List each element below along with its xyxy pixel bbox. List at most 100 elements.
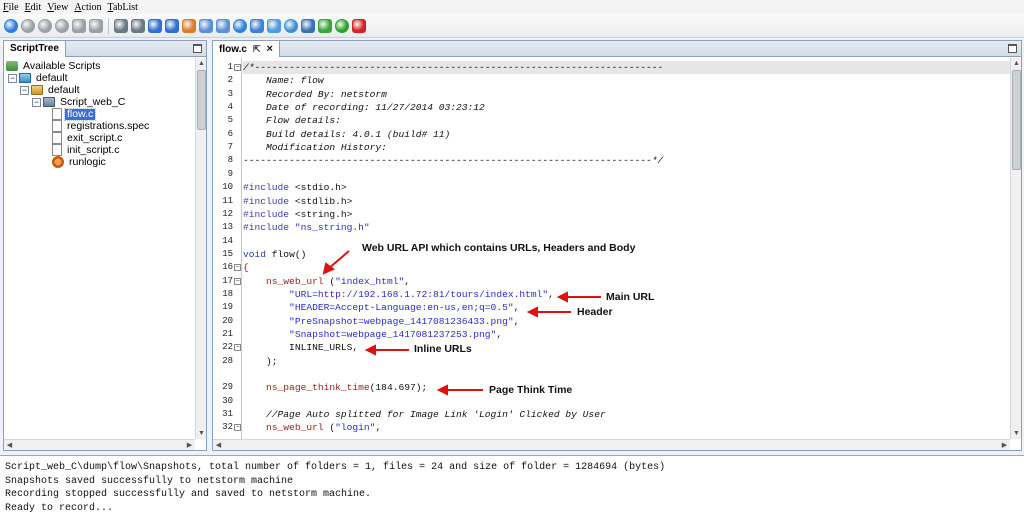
scroll-down-arrow-icon[interactable]: ▼ — [197, 429, 206, 438]
cancel-icon[interactable] — [38, 18, 52, 33]
scroll-left-arrow-icon[interactable]: ◀ — [5, 441, 14, 450]
console-line: Recording stopped successfully and saved… — [5, 489, 372, 500]
toolbar — [0, 14, 1024, 38]
scroll-up-arrow-icon[interactable]: ▲ — [197, 59, 206, 68]
step-icon[interactable] — [72, 18, 86, 33]
tree-item[interactable]: exit_script.c — [52, 132, 124, 144]
fold-toggle-icon[interactable]: − — [234, 424, 241, 432]
scroll-right-arrow-icon[interactable]: ▶ — [185, 441, 194, 450]
editor-scroll-thumb[interactable] — [1012, 70, 1021, 170]
tree-item-label: flow.c — [63, 107, 97, 121]
fold-toggle-icon[interactable]: − — [234, 64, 241, 71]
tree-item-label: Script_web_C — [60, 95, 126, 108]
new-icon[interactable] — [114, 18, 128, 33]
line-number: 21 — [222, 329, 233, 339]
code-token: ns_web_url — [243, 275, 330, 287]
menu-edit[interactable]: Edit — [25, 2, 42, 13]
code-line: #include <string.h> — [243, 208, 352, 221]
download-icon[interactable] — [148, 18, 162, 33]
code-token: flow() — [271, 248, 307, 260]
code-line: #include <stdlib.h> — [243, 195, 352, 208]
code-token: { — [243, 262, 249, 274]
tree-item[interactable]: flow.c — [52, 107, 97, 121]
folder-icon — [31, 85, 43, 95]
code-token: "ns_string.h" — [294, 222, 370, 234]
editor-vertical-scrollbar[interactable]: ▲ ▼ — [1010, 58, 1021, 439]
code-token: , — [513, 302, 520, 314]
tree-item[interactable]: − Script_web_C — [32, 96, 127, 108]
tree-item[interactable]: − default — [20, 84, 82, 96]
line-number: 29 — [222, 382, 233, 393]
code-token: <stdio.h> — [294, 182, 347, 194]
pause-icon[interactable] — [55, 18, 69, 33]
script-tree: Available Scripts − default − default − Script… — [4, 58, 195, 439]
scroll-down-arrow-icon[interactable]: ▼ — [1012, 429, 1021, 438]
code-token: #include — [243, 222, 295, 234]
code-line: Recorded By: netstorm — [243, 88, 387, 101]
check-icon[interactable] — [318, 18, 332, 33]
line-number: 12 — [222, 208, 233, 219]
tree-item[interactable]: Available Scripts — [6, 60, 102, 72]
scroll-up-arrow-icon[interactable]: ▲ — [1012, 59, 1021, 68]
upload-icon[interactable] — [165, 18, 179, 33]
line-number: 18 — [222, 288, 233, 299]
project-icon — [19, 73, 31, 83]
tree-item[interactable]: − default — [8, 72, 70, 84]
tree-item[interactable]: init_script.c — [52, 144, 122, 156]
record-icon[interactable] — [182, 18, 196, 33]
collapse-toggle-icon[interactable]: − — [32, 97, 41, 107]
document-icon[interactable] — [250, 18, 264, 33]
fold-toggle-icon[interactable]: − — [234, 277, 241, 285]
monitor-icon[interactable] — [301, 18, 315, 33]
run-icon[interactable] — [4, 18, 18, 33]
tree-horizontal-scrollbar[interactable]: ◀ ▶ — [4, 439, 195, 450]
tree-item[interactable]: runlogic — [52, 156, 108, 168]
menu-view[interactable]: View — [47, 2, 68, 13]
code-token: Recorded By: netstorm — [243, 88, 387, 100]
code-token: INLINE_URLS, — [243, 342, 359, 354]
code-token: "login" — [335, 422, 376, 434]
menu-tablist[interactable]: TabList — [108, 2, 138, 13]
file-icon — [52, 144, 62, 156]
copy-icon[interactable] — [131, 18, 145, 33]
comment-icon[interactable] — [89, 18, 103, 33]
exit-icon[interactable] — [352, 18, 366, 33]
settings-icon[interactable] — [233, 18, 247, 33]
code-token: ns_web_url — [243, 422, 330, 434]
tree-item[interactable]: registrations.spec — [52, 120, 151, 132]
fold-toggle-icon[interactable]: − — [234, 344, 241, 352]
console-line: Ready to record... — [5, 502, 114, 514]
fold-toggle-icon[interactable]: − — [234, 264, 241, 272]
tree-scroll-thumb[interactable] — [197, 70, 206, 130]
line-number: 17 — [222, 275, 233, 286]
code-line: ----------------------------------------… — [243, 154, 663, 167]
menu-file[interactable]: File — [3, 2, 19, 13]
tree-vertical-scrollbar[interactable]: ▲ ▼ — [195, 58, 206, 439]
replace-icon[interactable] — [216, 18, 230, 33]
collapse-toggle-icon[interactable]: − — [8, 73, 17, 83]
line-number: 11 — [222, 195, 233, 206]
collapse-toggle-icon[interactable]: − — [20, 85, 29, 95]
code-token: #include — [243, 195, 295, 207]
search-icon[interactable] — [199, 18, 213, 33]
code-token: <string.h> — [294, 208, 353, 220]
refresh-icon[interactable] — [284, 18, 298, 33]
editor-tabbar: flow.c ⇱ × — [213, 41, 1021, 57]
start-icon[interactable] — [335, 18, 349, 33]
maximize-panel-icon[interactable] — [193, 44, 202, 53]
scroll-left-arrow-icon[interactable]: ◀ — [214, 441, 223, 450]
menu-action[interactable]: Action — [74, 2, 101, 13]
stop-icon[interactable] — [21, 18, 35, 33]
tab-script-tree[interactable]: ScriptTree — [4, 41, 66, 57]
script-tree-tabbar: ScriptTree — [4, 41, 206, 57]
pin-icon[interactable]: ⇱ — [253, 42, 261, 57]
window-icon[interactable] — [267, 18, 281, 33]
file-icon — [52, 108, 62, 120]
scroll-right-arrow-icon[interactable]: ▶ — [1000, 441, 1009, 450]
code-token: "Snapshot=webpage_1417081237253.png" — [243, 329, 497, 340]
code-line: Build details: 4.0.1 (build# 11) — [243, 128, 450, 141]
tab-flow-c[interactable]: flow.c ⇱ × — [213, 41, 280, 57]
maximize-editor-icon[interactable] — [1008, 44, 1017, 53]
close-tab-icon[interactable]: × — [267, 42, 273, 57]
editor-horizontal-scrollbar[interactable]: ◀ ▶ — [213, 439, 1010, 450]
